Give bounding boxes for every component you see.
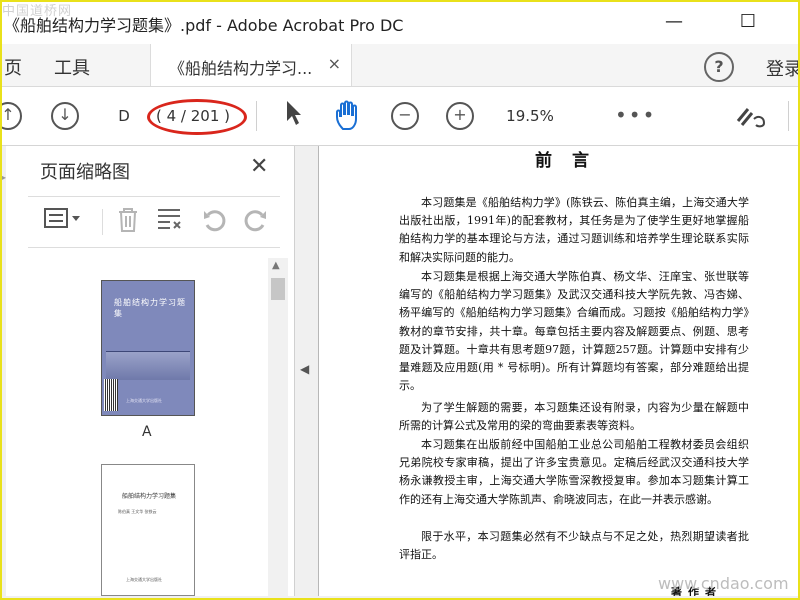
close-tab-icon[interactable]: × [328, 54, 341, 73]
toolbar: ↑ ↓ D ( 4 / 201 ) − + 19.5% ••• [0, 87, 800, 146]
extract-page-icon[interactable] [156, 207, 182, 238]
thumbnail-options-icon[interactable] [44, 207, 82, 234]
document-heading: 前言 [535, 151, 609, 171]
paragraph-1: 本习题集是《船舶结构力学》(陈铁云、陈伯真主编，上海交通大学出版社出版，1991… [399, 196, 749, 264]
panel-tools-separator [102, 209, 103, 235]
cover-barcode [104, 379, 118, 411]
page-thumbnail-a[interactable]: 船舶结构力学习题集 上海交通大学出版社 [101, 280, 195, 416]
scroll-up-icon[interactable]: ▲ [272, 260, 280, 271]
thumbnail-cover-title: 船舶结构力学习题集 [114, 298, 186, 318]
window-title: 《船舶结构力学习题集》.pdf - Adobe Acrobat Pro DC [4, 16, 404, 35]
more-tools-icon[interactable]: ••• [615, 103, 656, 127]
thumbnail-label: A [142, 424, 152, 440]
scrollbar-thumb[interactable] [271, 278, 285, 300]
login-button[interactable]: 登录 [766, 55, 800, 81]
paragraph-2: 本习题集是根据上海交通大学陈伯真、杨文华、汪庠宝、张世联等编写的《船舶结构力学习… [399, 270, 749, 393]
title-bar: 中国道桥网 《船舶结构力学习题集》.pdf - Adobe Acrobat Pr… [0, 0, 800, 44]
collapse-panel-icon[interactable]: ◀ [300, 362, 309, 376]
paragraph-3: 为了学生解题的需要，本习题集还设有附录，内容为少量在解题中所需的计算公式及常用的… [399, 401, 749, 433]
share-link-icon[interactable] [734, 101, 768, 135]
delete-page-icon[interactable] [116, 207, 140, 238]
page-number-input[interactable]: D [104, 103, 144, 129]
document-tab-label: 《船舶结构力学习... [169, 59, 313, 78]
watermark-bottom-right: www.cndao.com [658, 574, 789, 593]
thumbnail2-authors: 陈伯真 王文华 张铁云 [118, 509, 157, 514]
document-page: 前言 本习题集是《船舶结构力学》(陈铁云、陈伯真主编，上海交通大学出版社出版，1… [319, 146, 800, 596]
menu-tools[interactable]: 工具 [54, 54, 90, 80]
rotate-right-icon[interactable] [242, 207, 268, 238]
zoom-level-field[interactable]: 19.5% [500, 103, 560, 129]
zoom-in-icon[interactable]: + [446, 102, 474, 130]
next-page-icon[interactable]: ↓ [51, 102, 79, 130]
maximize-button[interactable]: ☐ [730, 8, 766, 36]
previous-page-icon[interactable]: ↑ [0, 102, 22, 130]
cover-ship-image [106, 351, 190, 380]
thumbnail-cover-publisher: 上海交通大学出版社 [126, 398, 162, 403]
thumbnail2-publisher: 上海交通大学出版社 [126, 577, 162, 582]
menu-home[interactable]: 页 [4, 54, 22, 80]
panel-toolbar [28, 196, 280, 248]
zoom-out-icon[interactable]: − [391, 102, 419, 130]
close-panel-icon[interactable]: ✕ [250, 154, 268, 179]
page-count: ( 4 / 201 ) [155, 107, 230, 125]
select-tool-icon[interactable] [284, 99, 304, 133]
toolbar-separator-right [788, 101, 789, 131]
paragraph-4: 本习题集在出版前经中国船舶工业总公司船舶工程教材委员会组织兄弟院校专家审稿，提出… [399, 438, 749, 506]
thumbnail-scrollbar[interactable]: ▲ [268, 258, 288, 596]
page-thumbnail-2[interactable]: 船舶结构力学习题集 陈伯真 王文华 张铁云 上海交通大学出版社 [101, 464, 195, 596]
thumbnail2-title: 船舶结构力学习题集 [122, 493, 177, 500]
menu-bar: 页 工具 [0, 44, 800, 87]
rotate-left-icon[interactable] [202, 207, 228, 238]
help-icon[interactable]: ? [704, 52, 734, 82]
toolbar-separator [256, 101, 257, 131]
document-tab[interactable]: 《船舶结构力学习... × [150, 44, 352, 86]
page-thumbnails-panel: 页面缩略图 ✕ 船舶结构力学习题集 上海交通大学出版社 A 船舶结构力学习题集 … [6, 146, 295, 596]
minimize-button[interactable]: — [656, 8, 692, 36]
paragraph-5: 限于水平，本习题集必然有不少缺点与不足之处，热烈期望读者批评指正。 [399, 530, 749, 562]
panel-title: 页面缩略图 [40, 162, 130, 183]
hand-tool-icon[interactable] [334, 99, 364, 137]
